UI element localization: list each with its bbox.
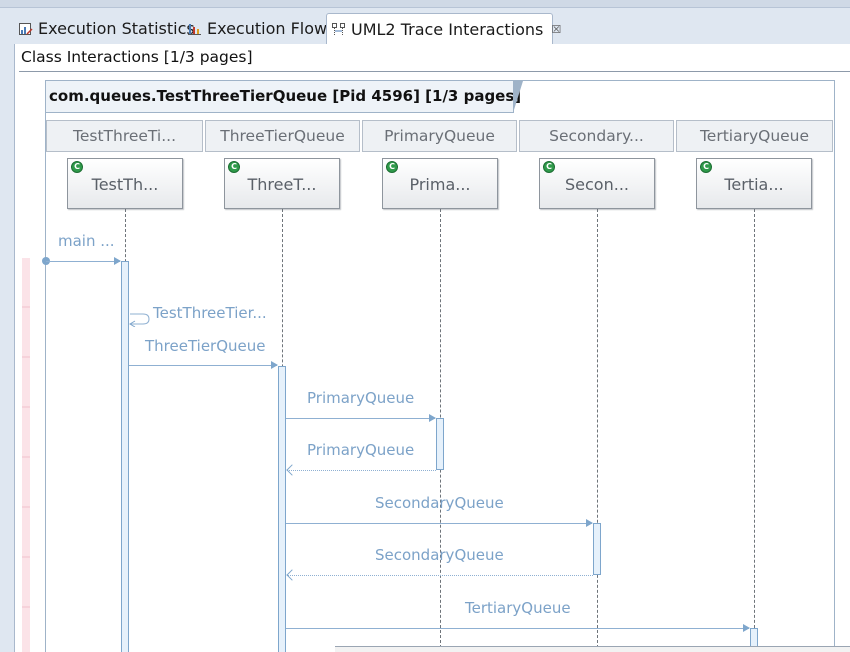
class-icon [386, 161, 398, 173]
message-arrow-main[interactable] [46, 261, 120, 262]
diagram-title: com.queues.TestThreeTierQueue [Pid 4596]… [49, 87, 522, 105]
title-separator [19, 71, 850, 72]
statistics-icon [18, 21, 34, 37]
flow-chart-icon [187, 21, 203, 37]
message-label-threetierqueue[interactable]: ThreeTierQueue [145, 337, 266, 355]
activation-primaryqueue[interactable] [436, 418, 444, 470]
message-label-main[interactable]: main ... [58, 232, 115, 250]
tab-label: Execution Statistics [38, 19, 195, 38]
object-label: Tertia... [724, 175, 784, 194]
tab-execution-flow[interactable]: Execution Flow [187, 13, 327, 44]
lane-header-testthreetierqueue[interactable]: TestThreeTi... [46, 120, 203, 152]
arrowhead-icon [271, 361, 278, 369]
class-icon [700, 161, 712, 173]
message-arrow-tertiaryqueue-call[interactable] [286, 628, 749, 629]
lifeline-tertiaryqueue [754, 209, 755, 652]
class-icon [543, 161, 555, 173]
class-icon [71, 161, 83, 173]
message-label-secondaryqueue-call[interactable]: SecondaryQueue [375, 494, 504, 512]
arrowhead-icon [286, 569, 298, 581]
object-threetierqueue[interactable]: ThreeT... [224, 158, 340, 209]
activation-secondaryqueue[interactable] [593, 523, 601, 575]
lane-header-threetierqueue[interactable]: ThreeTierQueue [205, 120, 360, 152]
object-label: Secon... [565, 175, 629, 194]
object-label: Prima... [409, 175, 471, 194]
object-tertiaryqueue[interactable]: Tertia... [696, 158, 812, 209]
tab-execution-statistics[interactable]: Execution Statistics [18, 13, 195, 44]
message-arrow-primaryqueue-call[interactable] [286, 418, 435, 419]
message-label-primaryqueue-return[interactable]: PrimaryQueue [307, 441, 414, 459]
trace-interactions-view: Class Interactions [1/3 pages] com.queue… [14, 44, 850, 652]
message-label-tertiaryqueue-call[interactable]: TertiaryQueue [465, 599, 571, 617]
class-icon [228, 161, 240, 173]
object-label: ThreeT... [247, 175, 317, 194]
message-label-primaryqueue-call[interactable]: PrimaryQueue [307, 389, 414, 407]
object-primaryqueue[interactable]: Prima... [382, 158, 498, 209]
message-arrow-threetierqueue[interactable] [129, 365, 277, 366]
tab-uml2-trace-interactions[interactable]: UML2 Trace Interactions ☒ [326, 13, 561, 44]
tab-label: Execution Flow [207, 19, 328, 38]
object-secondaryqueue[interactable]: Secon... [539, 158, 655, 209]
arrowhead-icon [286, 464, 298, 476]
activation-threetierqueue[interactable] [278, 366, 286, 652]
message-arrow-secondaryqueue-call[interactable] [286, 523, 592, 524]
self-call-arrow[interactable] [129, 311, 151, 327]
tab-bar: Execution Statistics Execution Flow UML2… [0, 0, 850, 44]
tab-bar-top-border [0, 0, 850, 8]
view-title: Class Interactions [1/3 pages] [21, 48, 253, 66]
tab-label: UML2 Trace Interactions [351, 19, 544, 39]
message-arrow-primaryqueue-return[interactable] [287, 470, 436, 471]
message-label-secondaryqueue-return[interactable]: SecondaryQueue [375, 546, 504, 564]
sequence-diagram[interactable]: com.queues.TestThreeTierQueue [Pid 4596]… [42, 80, 835, 652]
diagram-header: com.queues.TestThreeTierQueue [Pid 4596]… [46, 81, 523, 113]
lane-header-primaryqueue[interactable]: PrimaryQueue [362, 120, 517, 152]
arrowhead-icon [114, 257, 121, 265]
object-label: TestTh... [91, 175, 159, 194]
lifeline-secondaryqueue [597, 209, 598, 652]
arrowhead-icon [429, 414, 436, 422]
interaction-icon [331, 21, 347, 37]
lane-header-secondaryqueue[interactable]: Secondary... [519, 120, 674, 152]
horizontal-scrollbar[interactable] [335, 646, 850, 652]
message-label-self-call[interactable]: TestThreeTier... [153, 304, 267, 322]
message-arrow-secondaryqueue-return[interactable] [287, 575, 593, 576]
arrowhead-icon [743, 624, 750, 632]
close-icon[interactable]: ☒ [551, 23, 561, 36]
activation-testthreetierqueue[interactable] [121, 261, 129, 652]
lane-header-tertiaryqueue[interactable]: TertiaryQueue [676, 120, 833, 152]
arrowhead-icon [586, 519, 593, 527]
object-testthreetierqueue[interactable]: TestTh... [67, 158, 183, 209]
execution-time-gutter [22, 258, 30, 652]
